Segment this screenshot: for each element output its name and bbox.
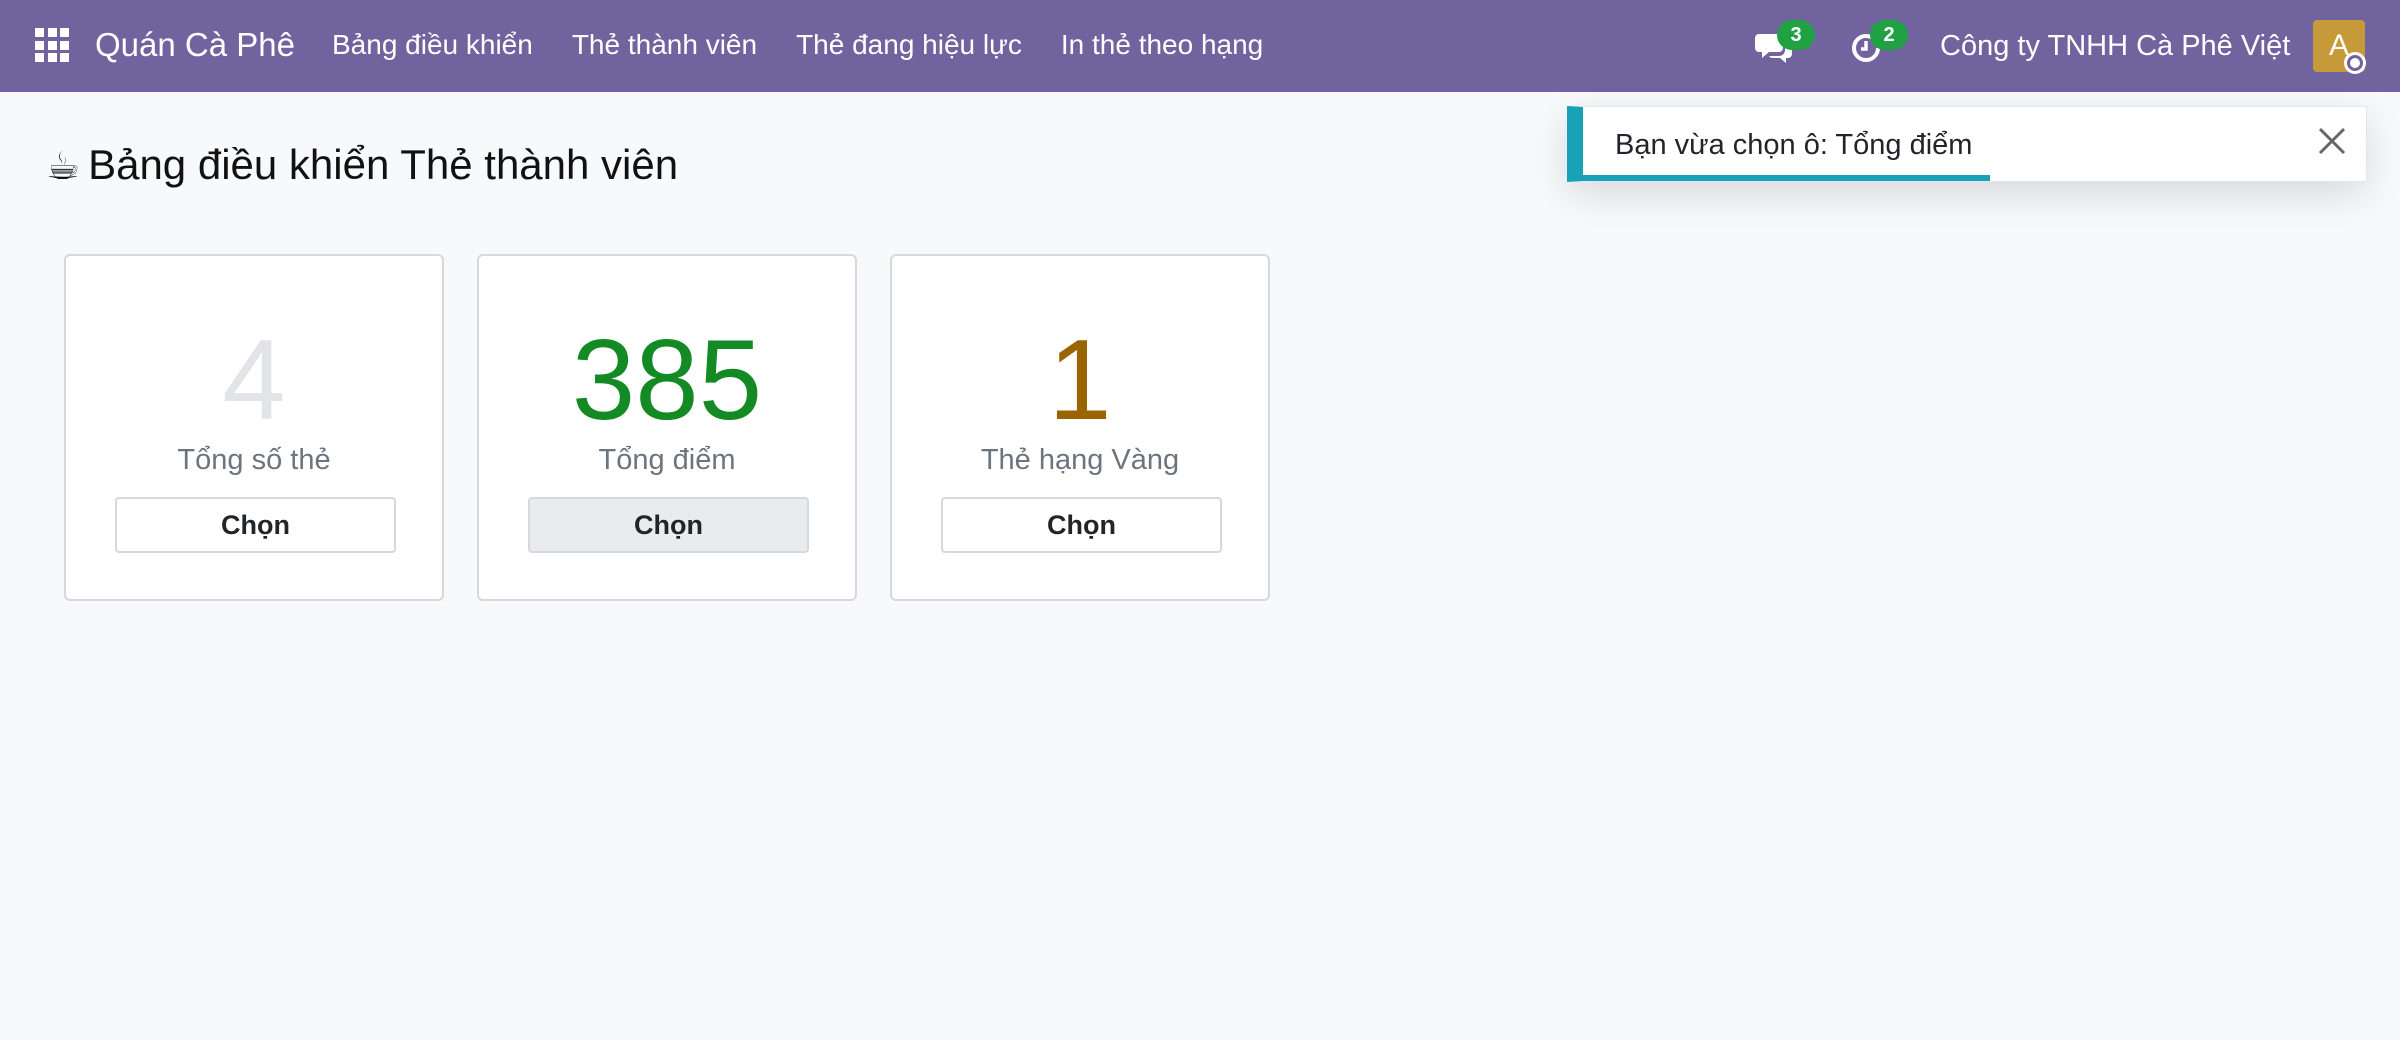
stat-label: Tổng điểm — [598, 444, 736, 476]
activity-count-badge: 2 — [1870, 20, 1908, 50]
stat-value: 1 — [1048, 317, 1112, 444]
stat-value: 385 — [571, 317, 763, 444]
stat-label: Thẻ hạng Vàng — [980, 444, 1180, 476]
page-title: ☕ Bảng điều khiển Thẻ thành viên — [46, 135, 678, 197]
stat-card-total-cards: 4 Tổng số thẻ Chọn — [64, 254, 444, 601]
app-menu-grid-icon[interactable] — [35, 28, 69, 62]
close-icon[interactable] — [2314, 123, 2350, 159]
main-menu: Bảng điều khiển Thẻ thành viên Thẻ đang … — [332, 22, 1302, 68]
stat-value: 4 — [222, 317, 286, 444]
activity-button[interactable]: 2 — [1848, 18, 1908, 74]
menu-item-dashboard[interactable]: Bảng điều khiển — [332, 22, 533, 68]
chat-count-badge: 3 — [1777, 20, 1815, 50]
select-button[interactable]: Chọn — [941, 497, 1222, 553]
select-button[interactable]: Chọn — [115, 497, 396, 553]
stat-label: Tổng số thẻ — [177, 444, 331, 476]
select-button[interactable]: Chọn — [528, 497, 809, 553]
app-brand[interactable]: Quán Cà Phê — [95, 22, 295, 68]
top-navbar: Quán Cà Phê Bảng điều khiển Thẻ thành vi… — [0, 0, 2400, 92]
menu-item-member-cards[interactable]: Thẻ thành viên — [572, 22, 757, 68]
user-status-dot — [2344, 52, 2366, 74]
toast-progress-bar — [1583, 175, 1991, 181]
company-switcher[interactable]: Công ty TNHH Cà Phê Việt — [1940, 24, 2290, 68]
menu-item-print-by-tier[interactable]: In thẻ theo hạng — [1061, 22, 1263, 68]
stat-card-total-points: 385 Tổng điểm Chọn — [477, 254, 857, 601]
stat-cards: 4 Tổng số thẻ Chọn 385 Tổng điểm Chọn 1 … — [64, 254, 1270, 601]
menu-item-active-cards[interactable]: Thẻ đang hiệu lực — [796, 22, 1022, 68]
toast-message: Bạn vừa chọn ô: Tổng điểm — [1615, 129, 1973, 161]
page-title-text: Bảng điều khiển Thẻ thành viên — [88, 141, 679, 188]
notification-toast: Bạn vừa chọn ô: Tổng điểm — [1567, 106, 2367, 182]
chat-button[interactable]: 3 — [1755, 18, 1815, 74]
coffee-cup-icon: ☕ — [46, 146, 81, 188]
stat-card-gold-tier: 1 Thẻ hạng Vàng Chọn — [890, 254, 1270, 601]
